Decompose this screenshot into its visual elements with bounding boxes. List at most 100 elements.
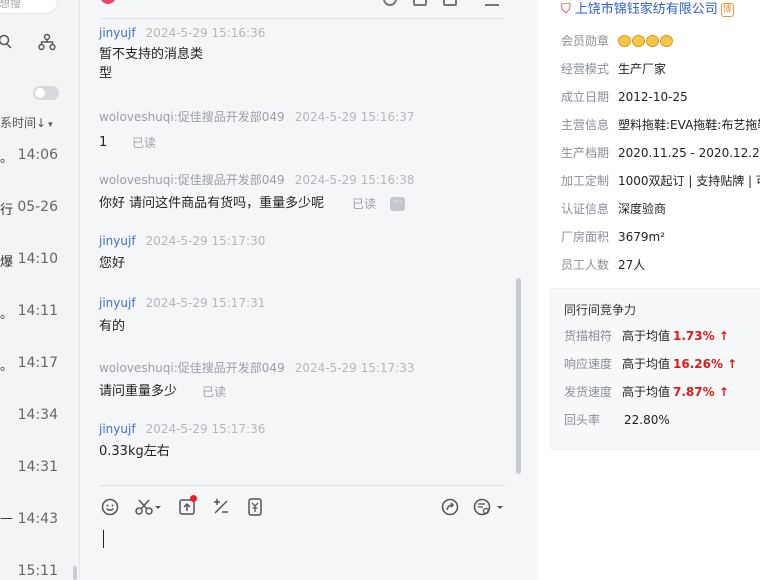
emoji-icon[interactable] (100, 497, 120, 517)
compete-row: 回头率 22.80% (564, 411, 670, 428)
medal-icon (646, 35, 659, 47)
compete-key: 响应速度 (564, 357, 613, 371)
message-time: 2024-5-29 15:17:30 (145, 234, 266, 248)
info-row-medal: 会员勋章 (561, 32, 674, 50)
conversation-item[interactable]: — 14:43 (0, 511, 79, 531)
sort-label: 系时间↓ (0, 116, 47, 130)
org-structure-icon[interactable] (38, 33, 56, 51)
company-info-panel: ⛉ 上饶市锦钰家纺有限公司博 会员勋章 经营模式 生产厂家 成立日期 2012-10-… (538, 0, 760, 580)
compete-key: 发货速度 (564, 385, 613, 399)
compete-pct: 7.87% ↑ (673, 385, 729, 399)
info-key: 加工定制 (561, 174, 610, 188)
conversation-time: 05-26 (17, 199, 58, 215)
message-time: 2024-5-29 15:17:33 (294, 361, 415, 375)
compete-value: 高于均值 (622, 385, 671, 399)
info-row: 加工定制 1000双起订 | 支持贴牌 | 可 (561, 172, 760, 189)
message-sender[interactable]: jinyujf (99, 422, 136, 436)
quick-reply-icon[interactable] (472, 497, 506, 517)
filter-toggle[interactable] (33, 86, 59, 100)
header-action-icon[interactable] (443, 0, 457, 6)
message-text: 你好 请问这件商品有货吗，重量多少呢 (99, 196, 325, 211)
message-text: 有的 (99, 319, 126, 334)
medal-icon (660, 35, 673, 47)
info-value: 1000双起订 | 支持贴牌 | 可 (618, 174, 760, 188)
conversation-preview: 爆 (0, 255, 14, 270)
message-sender[interactable]: jinyujf (99, 234, 136, 248)
message-sender[interactable]: woloveshuqi:促佳搜品开发部049 (99, 173, 285, 187)
company-name: 上饶市锦钰家纺有限公司 (574, 2, 718, 17)
conversation-item[interactable]: 。 14:06 (0, 147, 79, 167)
message-sender[interactable]: woloveshuqi:促佳搜品开发部049 (99, 361, 285, 375)
message-text: 0.33kg左右 (99, 444, 170, 459)
conversation-preview: — (0, 511, 13, 526)
message-time: 2024-5-29 15:16:37 (294, 110, 415, 124)
discount-icon[interactable] (211, 497, 231, 517)
info-key: 生产档期 (561, 146, 610, 160)
conversation-preview: 。 (0, 307, 14, 322)
header-menu-icon[interactable] (485, 0, 499, 6)
compete-row: 发货速度 高于均值 7.87% ↑ (564, 383, 729, 400)
more-options-icon[interactable]: ··· (390, 197, 405, 211)
conversation-time: 14:34 (17, 407, 58, 423)
info-key: 认证信息 (561, 202, 610, 216)
info-row: 厂房面积 3679m² (561, 228, 665, 245)
message: jinyujf 2024-5-29 15:17:30 您好 (99, 234, 265, 273)
conversation-time: 14:11 (17, 303, 58, 319)
conversation-time: 14:06 (17, 147, 58, 163)
info-row: 生产档期 2020.11.25 - 2020.12.25 (561, 144, 760, 161)
conversation-item[interactable]: 14:31 (0, 459, 79, 479)
info-row: 成立日期 2012-10-25 (561, 88, 688, 105)
message-input[interactable] (103, 530, 104, 548)
contacts-icon[interactable] (0, 33, 14, 51)
info-key: 经营模式 (561, 62, 610, 76)
share-icon[interactable] (440, 497, 460, 517)
conversation-item[interactable]: 14:34 (0, 407, 79, 427)
header-action-icon[interactable] (383, 0, 397, 6)
info-value: 3679m² (618, 230, 666, 244)
conversation-item[interactable]: 爆 14:10 (0, 251, 79, 271)
notification-dot (190, 495, 197, 502)
info-key: 厂房面积 (561, 230, 610, 244)
conversation-time: 14:31 (17, 459, 58, 475)
info-row: 经营模式 生产厂家 (561, 60, 666, 77)
conversation-time: 15:11 (17, 563, 58, 579)
message-sender[interactable]: woloveshuqi:促佳搜品开发部049 (99, 110, 285, 124)
medal-icon (632, 35, 645, 47)
message-time: 2024-5-29 15:17:36 (145, 422, 266, 436)
medal-icon (618, 35, 631, 47)
info-value: 2020.11.25 - 2020.12.25 (618, 146, 760, 160)
screenshot-scissors-icon[interactable] (134, 497, 164, 517)
info-key: 员工人数 (561, 258, 610, 272)
company-name-link[interactable]: ⛉ 上饶市锦钰家纺有限公司博 (561, 0, 734, 17)
conversation-item[interactable]: 。 14:11 (0, 303, 79, 323)
info-row: 主营信息 塑料拖鞋:EVA拖鞋:布艺拖鞋 (561, 116, 760, 133)
info-key: 主营信息 (561, 118, 610, 132)
message-sender[interactable]: jinyujf (99, 296, 136, 310)
compete-pct: 1.73% ↑ (673, 329, 729, 343)
message: jinyujf 2024-5-29 15:17:36 0.33kg左右 (99, 422, 265, 461)
list-scrollbar[interactable] (73, 566, 77, 580)
message-sender[interactable]: jinyujf (99, 26, 136, 40)
conversation-item[interactable]: 。 14:17 (0, 355, 79, 375)
conversation-item[interactable]: 15:11 (0, 563, 79, 580)
compete-pct: 16.26% ↑ (673, 357, 738, 371)
conversation-list-panel: 想搜 系时间↓ ▾ 。 14:06 行 05-26 爆 14:10 。 14:11… (0, 0, 80, 580)
conversation-preview: 行 (0, 203, 14, 218)
message-text: 1 (99, 135, 108, 150)
search-input[interactable]: 想搜 (0, 0, 58, 14)
chat-scrollbar[interactable] (516, 278, 521, 474)
chat-panel: jinyujf 2024-5-29 15:16:36 暂不支持的消息类 型 wol… (80, 0, 525, 580)
read-status: 已读 (352, 197, 377, 211)
info-key: 成立日期 (561, 90, 610, 104)
info-row: 员工人数 27人 (561, 256, 645, 273)
header-action-icon[interactable] (413, 0, 427, 6)
sort-dropdown[interactable]: 系时间↓ ▾ (0, 114, 53, 131)
read-status: 已读 (132, 136, 157, 150)
price-coupon-icon[interactable] (245, 497, 265, 517)
caret-down-icon: ▾ (48, 120, 53, 130)
message-time: 2024-5-29 15:16:38 (294, 173, 415, 187)
conversation-item[interactable]: 行 05-26 (0, 199, 79, 219)
contact-avatar[interactable] (100, 0, 116, 4)
medal-icons (618, 35, 674, 50)
message: jinyujf 2024-5-29 15:16:36 暂不支持的消息类 型 (99, 26, 265, 83)
